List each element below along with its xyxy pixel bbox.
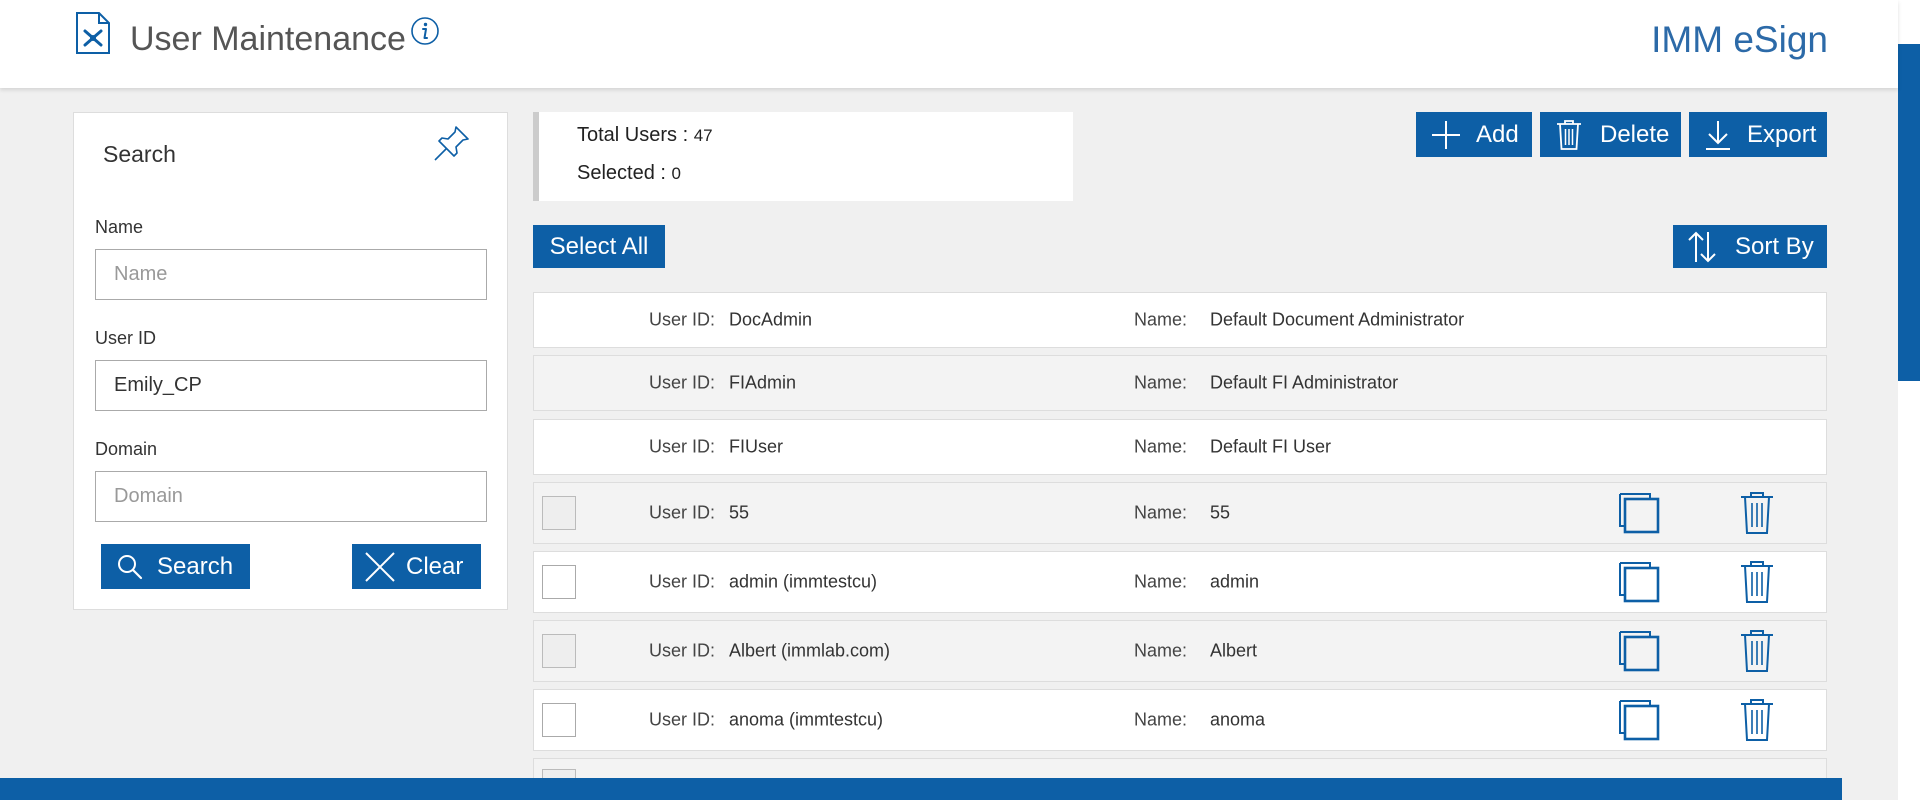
row-checkbox[interactable] (542, 703, 576, 737)
name-value: anoma (1210, 709, 1266, 730)
search-panel: Search Name User ID Domain Search Clear (73, 112, 508, 610)
add-button-label: Add (1476, 120, 1519, 148)
user-id-label: User ID: (649, 502, 716, 523)
select-all-button[interactable]: Select All (533, 225, 665, 268)
user-id-value: Albert (immlab.com) (729, 640, 891, 661)
delete-button-label: Delete (1600, 120, 1670, 148)
sort-by-button-label: Sort By (1735, 232, 1814, 260)
brand-name: IMM eSign (1651, 19, 1828, 60)
search-button-label: Search (157, 552, 234, 580)
row-checkbox[interactable] (542, 496, 576, 530)
name-field-label: Name (95, 217, 144, 237)
download-icon (1706, 120, 1730, 150)
name-value: Default FI User (1210, 436, 1332, 457)
trash-icon (1557, 119, 1581, 150)
user-id-label: User ID: (649, 372, 716, 393)
search-button[interactable]: Search (101, 544, 250, 589)
search-icon (118, 554, 143, 579)
footer-bar (0, 778, 1842, 800)
trash-icon[interactable] (1739, 560, 1775, 604)
name-label: Name: (1134, 502, 1188, 523)
copy-icon[interactable] (1617, 698, 1661, 742)
name-input[interactable] (95, 249, 487, 300)
total-users: Total Users : 47 (577, 124, 713, 147)
user-id-field-label: User ID (95, 328, 157, 348)
user-id-label: User ID: (649, 709, 716, 730)
select-all-button-label: Select All (549, 232, 649, 260)
user-row[interactable]: User ID: admin (immtestcu) Name: admin (533, 551, 1827, 613)
trash-icon[interactable] (1739, 629, 1775, 673)
app-tools-icon (76, 12, 110, 54)
user-id-value: FIUser (729, 436, 783, 457)
name-value: 55 (1210, 502, 1231, 523)
user-row[interactable]: User ID: anoma (immtestcu) Name: anoma (533, 689, 1827, 751)
user-row[interactable]: User ID: FIUser Name: Default FI User (533, 419, 1827, 475)
user-id-label: User ID: (649, 571, 716, 592)
name-label: Name: (1134, 640, 1188, 661)
total-users-label: Total Users : (577, 124, 694, 146)
user-row[interactable]: User ID: DocAdmin Name: Default Document… (533, 292, 1827, 348)
copy-icon[interactable] (1617, 560, 1661, 604)
name-label: Name: (1134, 709, 1188, 730)
name-label: Name: (1134, 309, 1188, 330)
row-checkbox[interactable] (542, 634, 576, 668)
trash-icon[interactable] (1739, 491, 1775, 535)
user-id-value: FIAdmin (729, 372, 797, 393)
user-id-value: admin (immtestcu) (729, 571, 878, 592)
user-id-input[interactable] (95, 360, 487, 411)
name-label: Name: (1134, 571, 1188, 592)
user-summary: Total Users : 47 Selected : 0 (533, 112, 1073, 201)
close-icon (365, 551, 395, 582)
user-row[interactable]: User ID: Albert (immlab.com) Name: Alber… (533, 620, 1827, 682)
delete-button[interactable]: Delete (1540, 112, 1681, 157)
selected-label: Selected : (577, 162, 672, 184)
name-value: Albert (1210, 640, 1258, 661)
pin-icon[interactable] (430, 121, 474, 165)
copy-icon[interactable] (1617, 629, 1661, 673)
user-id-value: DocAdmin (729, 309, 813, 330)
total-users-value: 47 (693, 126, 713, 145)
user-id-label: User ID: (649, 640, 716, 661)
domain-field-label: Domain (95, 439, 158, 459)
clear-button[interactable]: Clear (352, 544, 481, 589)
user-id-value: 55 (729, 502, 750, 523)
user-row[interactable]: User ID: 55 Name: 55 (533, 482, 1827, 544)
copy-icon[interactable] (1617, 491, 1661, 535)
trash-icon[interactable] (1739, 698, 1775, 742)
user-id-label: User ID: (649, 436, 716, 457)
page-title: User Maintenance (130, 20, 406, 58)
name-value: Default Document Administrator (1210, 309, 1465, 330)
user-id-value: anoma (immtestcu) (729, 709, 884, 730)
row-checkbox[interactable] (542, 565, 576, 599)
selected-count: Selected : 0 (577, 162, 681, 185)
selected-value: 0 (671, 164, 681, 183)
search-panel-title: Search (103, 141, 176, 167)
sort-by-button[interactable]: Sort By (1673, 225, 1827, 268)
sort-icon (1688, 231, 1716, 262)
export-button-label: Export (1747, 120, 1817, 148)
add-button[interactable]: Add (1416, 112, 1532, 157)
export-button[interactable]: Export (1689, 112, 1827, 157)
app-header: User Maintenance IMM eSign (0, 0, 1898, 88)
user-id-label: User ID: (649, 309, 716, 330)
user-row[interactable]: User ID: FIAdmin Name: Default FI Admini… (533, 355, 1827, 411)
name-value: admin (1210, 571, 1260, 592)
clear-button-label: Clear (406, 552, 464, 580)
name-label: Name: (1134, 372, 1188, 393)
scrollbar-thumb[interactable] (1898, 44, 1920, 381)
name-label: Name: (1134, 436, 1188, 457)
domain-input[interactable] (95, 471, 487, 522)
plus-icon (1432, 120, 1460, 149)
info-icon[interactable] (410, 16, 440, 46)
name-value: Default FI Administrator (1210, 372, 1399, 393)
